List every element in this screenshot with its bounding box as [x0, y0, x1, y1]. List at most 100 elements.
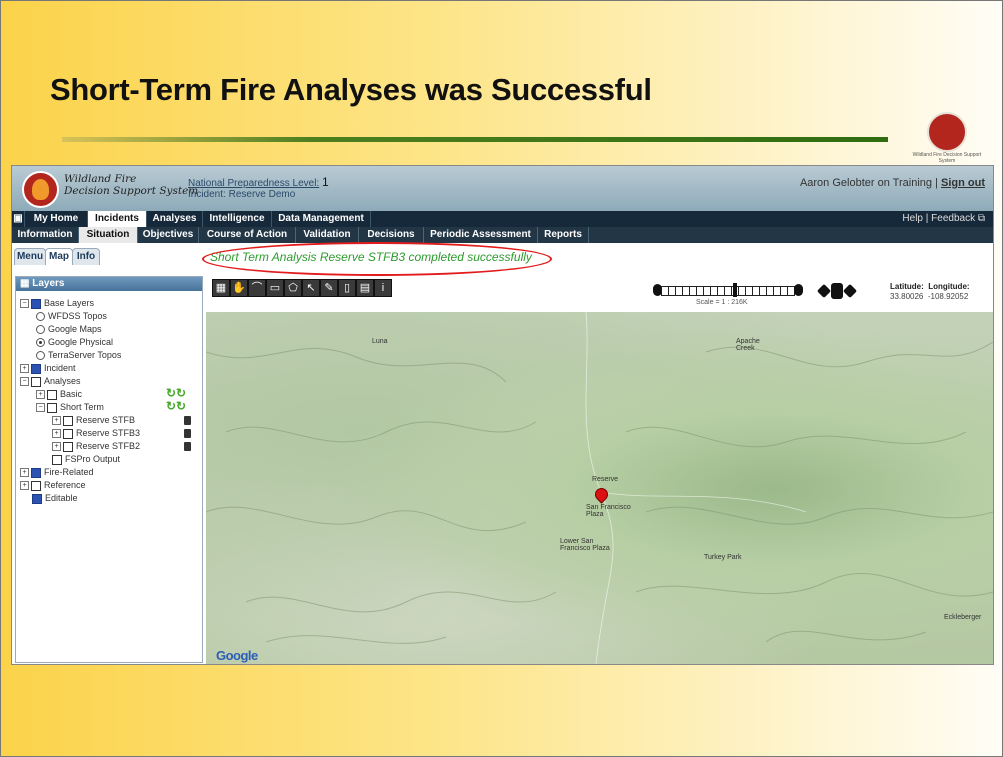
- nav-analyses[interactable]: Analyses: [147, 211, 203, 227]
- app-logo-icon[interactable]: [22, 171, 59, 208]
- rectangle-tool-icon[interactable]: ▭: [266, 279, 284, 297]
- zoom-handle[interactable]: [733, 283, 737, 297]
- expand-toggle-icon[interactable]: +: [52, 442, 61, 452]
- google-logo[interactable]: Google: [216, 648, 258, 663]
- tab-map[interactable]: Map: [45, 248, 73, 265]
- nav-decisions[interactable]: Decisions: [359, 227, 424, 243]
- select-tool-icon[interactable]: ↖: [302, 279, 320, 297]
- layer-editable[interactable]: Editable: [32, 492, 78, 504]
- pan-tool-icon[interactable]: ✋: [230, 279, 248, 297]
- ruler-tool-icon[interactable]: ▯: [338, 279, 356, 297]
- collapse-toggle-icon[interactable]: −: [20, 377, 29, 387]
- layer-reference[interactable]: + Reference: [20, 479, 86, 491]
- map-toolbar-area: ▦ ✋ ⌒ ▭ ⬠ ↖ ✎ ▯ ▤ i Scale = 1 : 216K Lat…: [206, 276, 993, 312]
- layer-short-term[interactable]: − Short Term: [36, 401, 104, 413]
- wfdss-logo-icon: [927, 112, 967, 152]
- layer-incident[interactable]: + Incident: [20, 362, 76, 374]
- checkbox[interactable]: [31, 363, 41, 374]
- checkbox[interactable]: [63, 441, 73, 452]
- nav-situation[interactable]: Situation: [79, 227, 138, 243]
- incident-label: Incident:: [188, 189, 226, 200]
- checkbox[interactable]: [63, 428, 73, 439]
- nav-reports[interactable]: Reports: [538, 227, 589, 243]
- checkbox[interactable]: [47, 402, 57, 413]
- collapse-toggle-icon[interactable]: −: [20, 299, 29, 309]
- layer-fspro[interactable]: FSPro Output: [52, 453, 120, 465]
- layers-tool-icon[interactable]: ▦: [212, 279, 230, 297]
- nav-intelligence[interactable]: Intelligence: [203, 211, 272, 227]
- nav-validation[interactable]: Validation: [296, 227, 359, 243]
- tab-menu[interactable]: Menu: [14, 248, 46, 265]
- nav-periodic-assessment[interactable]: Periodic Assessment: [424, 227, 538, 243]
- slide-logo: Wildland Fire Decision Support System: [912, 112, 982, 170]
- expand-toggle-icon[interactable]: +: [36, 390, 45, 400]
- tab-info[interactable]: Info: [72, 248, 100, 265]
- base-option-terraserver[interactable]: TerraServer Topos: [36, 349, 121, 361]
- base-option-google-maps[interactable]: Google Maps: [36, 323, 102, 335]
- checkbox[interactable]: [32, 493, 42, 504]
- checkbox[interactable]: [31, 298, 41, 309]
- feedback-link[interactable]: Feedback: [931, 213, 975, 224]
- checkbox[interactable]: [63, 415, 73, 426]
- layer-reserve-stfb2[interactable]: + Reserve STFB2: [52, 440, 140, 452]
- layer-analyses[interactable]: − Analyses: [20, 375, 81, 387]
- lasso-tool-icon[interactable]: ⌒: [248, 279, 266, 297]
- expand-toggle-icon[interactable]: +: [20, 364, 29, 374]
- zoom-slider[interactable]: [653, 283, 803, 297]
- app-window: Wildland Fire Decision Support System Na…: [11, 165, 994, 665]
- coordinates-readout: Latitude: Longitude: 33.80026 -108.92052: [890, 282, 970, 302]
- npl-line: National Preparedness Level: 1: [188, 175, 329, 189]
- report-icon[interactable]: [184, 429, 191, 438]
- checkbox[interactable]: [31, 480, 41, 491]
- radio[interactable]: [36, 351, 45, 361]
- help-link[interactable]: Help: [902, 213, 923, 224]
- sign-out-link[interactable]: Sign out: [941, 177, 985, 189]
- expand-toggle-icon[interactable]: +: [52, 429, 61, 439]
- base-option-wfdss[interactable]: WFDSS Topos: [36, 310, 107, 322]
- base-option-google-physical[interactable]: Google Physical: [36, 336, 113, 348]
- window-icon[interactable]: ⧉: [978, 213, 985, 224]
- expand-toggle-icon[interactable]: +: [20, 468, 29, 478]
- zoom-in-icon[interactable]: [794, 284, 803, 296]
- expand-toggle-icon[interactable]: +: [52, 416, 61, 426]
- nav-incidents[interactable]: Incidents: [88, 211, 147, 227]
- polygon-tool-icon[interactable]: ⬠: [284, 279, 302, 297]
- nav-information[interactable]: Information: [12, 227, 79, 243]
- nav-my-home[interactable]: My Home: [25, 211, 88, 227]
- radio[interactable]: [36, 312, 45, 322]
- layer-base[interactable]: − Base Layers: [20, 297, 94, 309]
- layer-basic[interactable]: + Basic: [36, 388, 82, 400]
- user-text: Aaron Gelobter on Training |: [799, 177, 938, 189]
- radio-selected[interactable]: [36, 338, 45, 348]
- checkbox[interactable]: [31, 467, 41, 478]
- nav-course-of-action[interactable]: Course of Action: [199, 227, 296, 243]
- layer-label: Google Physical: [48, 337, 114, 347]
- checkbox[interactable]: [31, 376, 41, 387]
- report-icon[interactable]: [184, 442, 191, 451]
- report-icon[interactable]: [184, 416, 191, 425]
- checkbox[interactable]: [47, 389, 57, 400]
- layer-reserve-stfb[interactable]: + Reserve STFB: [52, 414, 135, 426]
- checkbox[interactable]: [52, 454, 62, 465]
- pan-control-icon[interactable]: [816, 283, 858, 299]
- place-label: San Francisco Plaza: [586, 504, 631, 518]
- nav-objectives[interactable]: Objectives: [138, 227, 199, 243]
- radio[interactable]: [36, 325, 45, 335]
- app-logo-text: Wildland Fire Decision Support System: [64, 173, 198, 197]
- layer-fire-related[interactable]: + Fire-Related: [20, 466, 94, 478]
- nav-data-management[interactable]: Data Management: [272, 211, 371, 227]
- refresh-icon[interactable]: ↻↻: [166, 399, 186, 413]
- collapse-toggle-icon[interactable]: −: [36, 403, 45, 413]
- info-tool-icon[interactable]: i: [374, 279, 392, 297]
- expand-toggle-icon[interactable]: +: [20, 481, 29, 491]
- refresh-icon[interactable]: ↻↻: [166, 386, 186, 400]
- layer-reserve-stfb3[interactable]: + Reserve STFB3: [52, 427, 140, 439]
- print-tool-icon[interactable]: ▤: [356, 279, 374, 297]
- layer-label: Basic: [60, 389, 83, 399]
- zoom-track[interactable]: [661, 286, 795, 296]
- npl-link[interactable]: National Preparedness Level:: [188, 178, 319, 189]
- edit-tool-icon[interactable]: ✎: [320, 279, 338, 297]
- map-view[interactable]: ▦ ✋ ⌒ ▭ ⬠ ↖ ✎ ▯ ▤ i Scale = 1 : 216K Lat…: [206, 276, 993, 664]
- layer-label: Incident: [44, 363, 76, 373]
- collapse-icon[interactable]: ▣: [12, 211, 25, 227]
